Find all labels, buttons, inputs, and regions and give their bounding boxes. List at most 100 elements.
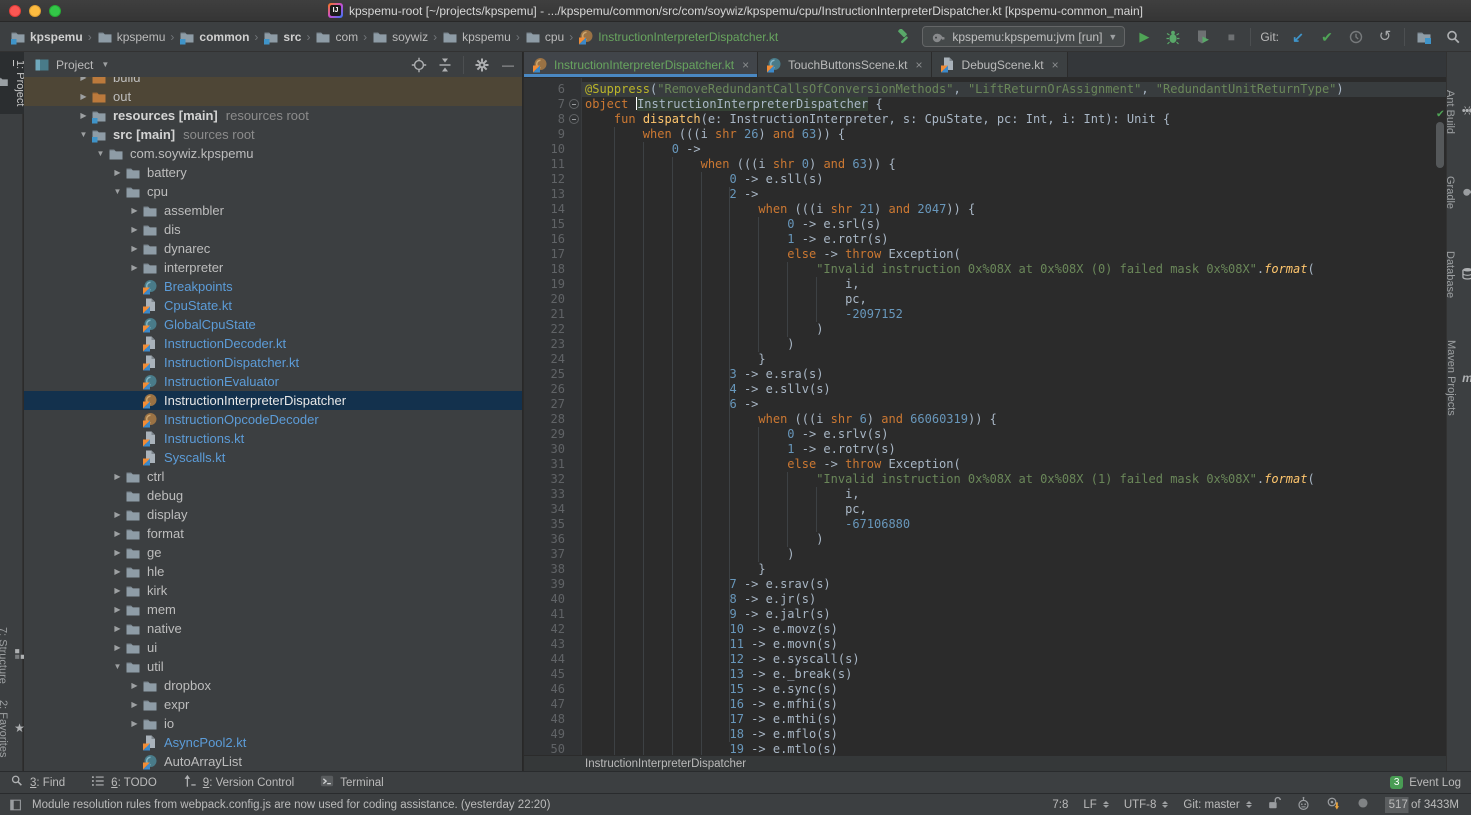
encoding-widget[interactable]: UTF-8	[1124, 799, 1169, 811]
fold-marker-icon[interactable]	[569, 99, 579, 109]
tree-row[interactable]: ▶native	[24, 619, 522, 638]
breadcrumb-item[interactable]: kpspemu	[95, 28, 168, 46]
tree-expand-icon[interactable]: ▶	[127, 719, 142, 728]
code-line[interactable]: else -> throw Exception(	[524, 247, 1446, 262]
editor-tab[interactable]: InstructionInterpreterDispatcher.kt×	[524, 52, 758, 77]
tool-window-button-version-control[interactable]: 9: Version Control	[183, 774, 294, 791]
code-line[interactable]: when (((i shr 0) and 63)) {	[524, 157, 1446, 172]
close-window-button[interactable]	[9, 5, 21, 17]
close-icon[interactable]: ×	[916, 58, 923, 72]
code-line[interactable]: fun dispatch(e: InstructionInterpreter, …	[524, 112, 1446, 127]
code-line[interactable]: 15 -> e.sync(s)	[524, 682, 1446, 697]
tree-expand-icon[interactable]: ▶	[76, 77, 91, 82]
tree-row[interactable]: ▶dropbox	[24, 676, 522, 695]
readonly-lock-widget[interactable]	[1267, 796, 1281, 813]
tool-window-button-ant-build[interactable]: Ant Build	[1444, 82, 1471, 142]
hide-panel-button[interactable]: —	[500, 57, 516, 73]
tree-expand-icon[interactable]: ▶	[110, 472, 125, 481]
code-line[interactable]: }	[524, 352, 1446, 367]
code-line[interactable]: 8 -> e.jr(s)	[524, 592, 1446, 607]
code-line[interactable]: i,	[524, 487, 1446, 502]
tree-expand-icon[interactable]: ▶	[127, 681, 142, 690]
tree-row[interactable]: ▶dis	[24, 220, 522, 239]
tool-window-button-database[interactable]: Database	[1444, 243, 1471, 306]
close-icon[interactable]: ×	[1052, 58, 1059, 72]
code-line[interactable]: 10 -> e.movz(s)	[524, 622, 1446, 637]
code-line[interactable]: )	[524, 337, 1446, 352]
tree-row[interactable]: CpuState.kt	[24, 296, 522, 315]
highlighting-level-widget[interactable]	[1296, 796, 1311, 814]
tree-row[interactable]: Syscalls.kt	[24, 448, 522, 467]
code-line[interactable]: 6 ->	[524, 397, 1446, 412]
tree-row[interactable]: ▶ge	[24, 543, 522, 562]
tree-row[interactable]: ▶dynarec	[24, 239, 522, 258]
breadcrumb-item[interactable]: InstructionInterpreterDispatcher.kt	[576, 28, 780, 46]
breadcrumb-item[interactable]: com	[313, 28, 360, 46]
tree-row[interactable]: ▶ui	[24, 638, 522, 657]
run-configuration-select[interactable]: kpspemu:kpspemu:jvm [run] ▼	[922, 26, 1125, 47]
tree-row[interactable]: ▶battery	[24, 163, 522, 182]
code-line[interactable]: i,	[524, 277, 1446, 292]
tree-row[interactable]: InstructionDecoder.kt	[24, 334, 522, 353]
tree-expand-icon[interactable]: ▶	[110, 168, 125, 177]
tree-expand-icon[interactable]: ▶	[127, 225, 142, 234]
code-editor[interactable]: @Suppress("RemoveRedundantCallsOfConvers…	[524, 78, 1446, 755]
breadcrumb-item[interactable]: soywiz	[370, 28, 430, 46]
line-separator-widget[interactable]: LF	[1083, 799, 1108, 811]
tool-window-button-structure[interactable]: 7: Structure	[0, 619, 26, 692]
project-structure-button[interactable]	[1414, 27, 1434, 47]
tree-row[interactable]: ▼src [main]sources root	[24, 125, 522, 144]
zoom-window-button[interactable]	[49, 5, 61, 17]
code-line[interactable]: 0 -> e.sll(s)	[524, 172, 1446, 187]
tree-row[interactable]: ▶interpreter	[24, 258, 522, 277]
code-line[interactable]: 1 -> e.rotr(s)	[524, 232, 1446, 247]
tree-expand-icon[interactable]: ▶	[76, 92, 91, 101]
run-with-coverage-button[interactable]	[1192, 27, 1212, 47]
tree-row[interactable]: InstructionInterpreterDispatcher	[24, 391, 522, 410]
tree-row[interactable]: ▶out	[24, 87, 522, 106]
tree-row[interactable]: Breakpoints	[24, 277, 522, 296]
tree-row[interactable]: ▶hle	[24, 562, 522, 581]
tree-expand-icon[interactable]: ▶	[110, 510, 125, 519]
tree-expand-icon[interactable]: ▶	[110, 624, 125, 633]
editor-tab[interactable]: DebugScene.kt×	[932, 52, 1068, 77]
tree-expand-icon[interactable]: ▶	[76, 111, 91, 120]
tree-row[interactable]: ▶format	[24, 524, 522, 543]
editor-scrollbar[interactable]	[1436, 122, 1444, 168]
code-line[interactable]: else -> throw Exception(	[524, 457, 1446, 472]
caret-position-widget[interactable]: 7:8	[1052, 799, 1068, 811]
code-line[interactable]: 2 ->	[524, 187, 1446, 202]
tree-row[interactable]: AsyncPool2.kt	[24, 733, 522, 752]
stop-button[interactable]: ■	[1221, 27, 1241, 47]
code-line[interactable]: 3 -> e.sra(s)	[524, 367, 1446, 382]
git-commit-button[interactable]: ✔	[1317, 27, 1337, 47]
code-line[interactable]: 17 -> e.mthi(s)	[524, 712, 1446, 727]
tree-expand-icon[interactable]: ▼	[76, 130, 91, 139]
editor-gutter[interactable]: 5678910111213141516171819202122232425262…	[524, 78, 582, 755]
tree-row[interactable]: ▶build	[24, 77, 522, 87]
tree-row[interactable]: ▶assembler	[24, 201, 522, 220]
tree-expand-icon[interactable]: ▼	[110, 662, 125, 671]
tree-row[interactable]: ▼util	[24, 657, 522, 676]
tree-row[interactable]: ▶mem	[24, 600, 522, 619]
code-line[interactable]: when (((i shr 6) and 66060319)) {	[524, 412, 1446, 427]
scroll-to-source-button[interactable]	[411, 57, 427, 73]
tree-expand-icon[interactable]: ▶	[110, 529, 125, 538]
git-update-button[interactable]: ↙	[1288, 27, 1308, 47]
code-line[interactable]: 0 -> e.srlv(s)	[524, 427, 1446, 442]
code-line[interactable]: pc,	[524, 292, 1446, 307]
code-line[interactable]: 19 -> e.mtlo(s)	[524, 742, 1446, 755]
code-line[interactable]: when (((i shr 26) and 63)) {	[524, 127, 1446, 142]
code-line[interactable]: 16 -> e.mfhi(s)	[524, 697, 1446, 712]
tool-window-button-terminal[interactable]: Terminal	[320, 774, 383, 791]
editor-tab[interactable]: TouchButtonsScene.kt×	[758, 52, 931, 77]
breadcrumb-item[interactable]: kpspemu	[8, 28, 85, 46]
code-line[interactable]: 12 -> e.syscall(s)	[524, 652, 1446, 667]
build-hammer-icon[interactable]	[893, 27, 913, 47]
search-everywhere-button[interactable]	[1443, 27, 1463, 47]
tool-window-button-favorites[interactable]: ★ 2: Favorites	[0, 692, 25, 765]
tree-expand-icon[interactable]: ▶	[110, 586, 125, 595]
tree-row[interactable]: ▼com.soywiz.kpspemu	[24, 144, 522, 163]
code-line[interactable]: object InstructionInterpreterDispatcher …	[524, 97, 1446, 112]
breadcrumb-item[interactable]: kpspemu	[440, 28, 513, 46]
